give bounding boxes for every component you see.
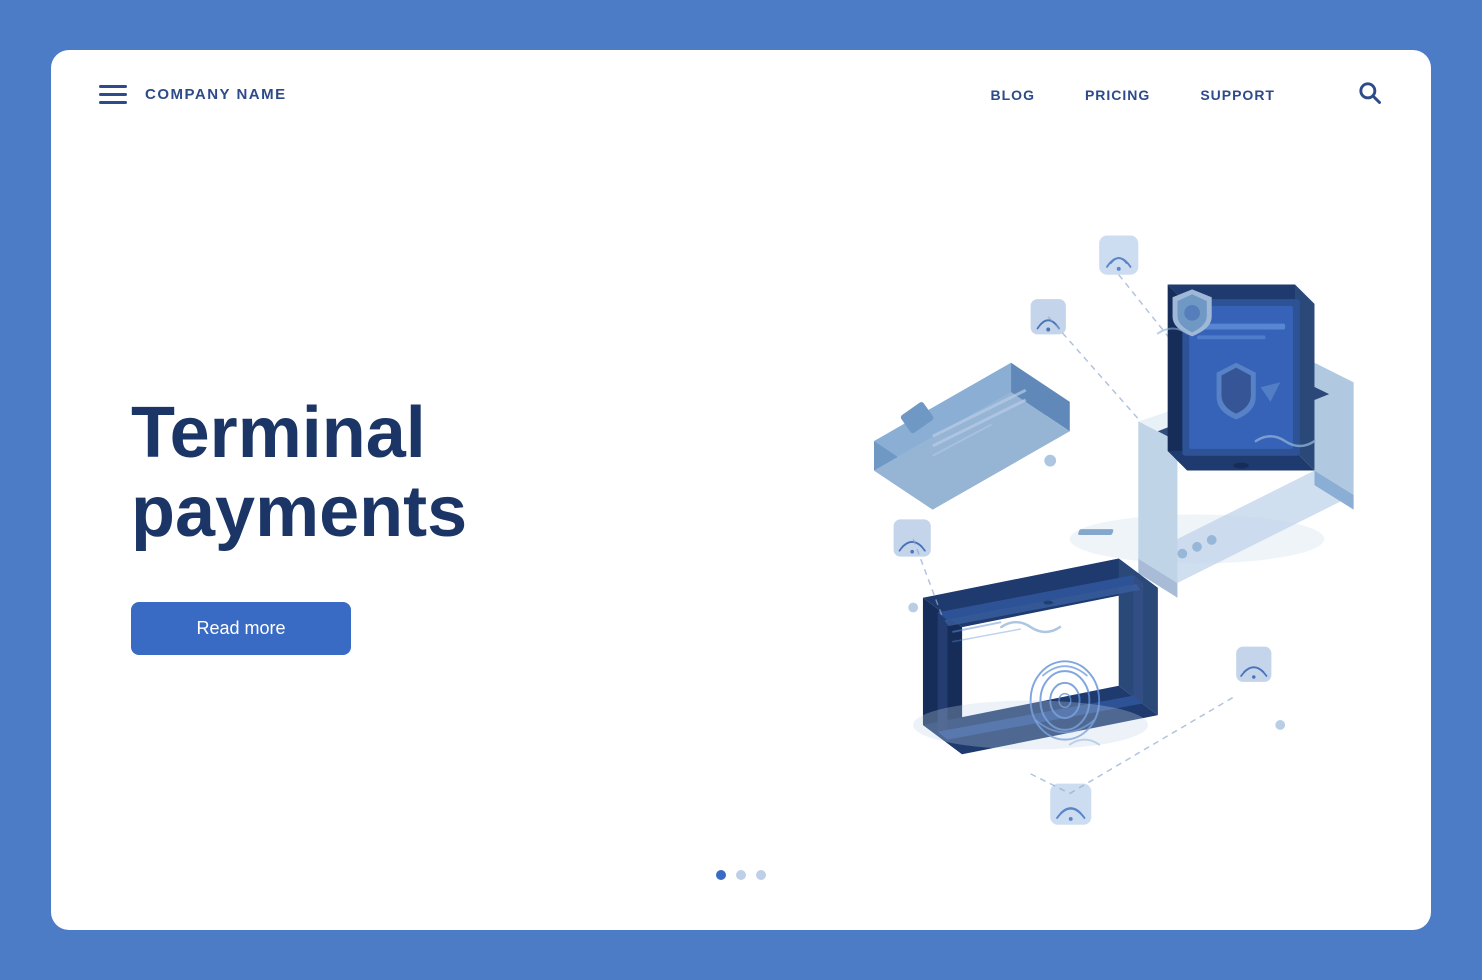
nav-item-blog[interactable]: BLOG bbox=[991, 87, 1035, 103]
pagination-dot-2[interactable] bbox=[736, 870, 746, 880]
pagination-dot-1[interactable] bbox=[716, 870, 726, 880]
page-container: COMPANY NAME BLOG PRICING SUPPORT Termin… bbox=[51, 50, 1431, 930]
terminal-payments-illustration bbox=[551, 139, 1383, 890]
pagination-dots bbox=[716, 870, 766, 900]
company-name: COMPANY NAME bbox=[145, 86, 287, 103]
search-icon[interactable] bbox=[1355, 78, 1383, 111]
left-section: Terminal payments Read more bbox=[131, 139, 551, 890]
hamburger-menu-icon[interactable] bbox=[99, 85, 127, 104]
illustration-section bbox=[551, 139, 1383, 890]
nav-item-support[interactable]: SUPPORT bbox=[1200, 87, 1275, 103]
main-content: Terminal payments Read more bbox=[51, 139, 1431, 930]
nav-item-pricing[interactable]: PRICING bbox=[1085, 87, 1150, 103]
hero-title: Terminal payments bbox=[131, 394, 551, 552]
read-more-button[interactable]: Read more bbox=[131, 602, 351, 655]
pagination-dot-3[interactable] bbox=[756, 870, 766, 880]
nav: BLOG PRICING SUPPORT bbox=[991, 78, 1383, 111]
header: COMPANY NAME BLOG PRICING SUPPORT bbox=[51, 50, 1431, 139]
